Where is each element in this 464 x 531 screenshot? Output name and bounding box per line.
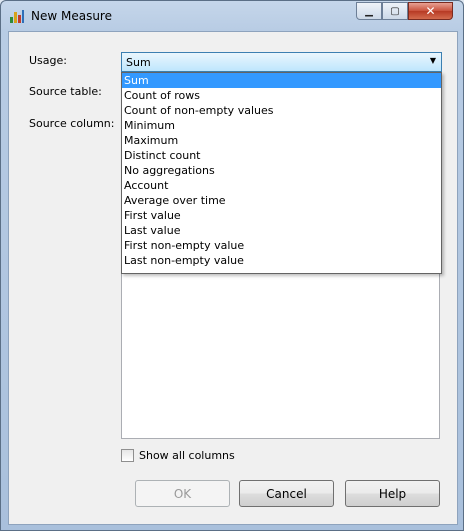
usage-option[interactable]: Count of non-empty values: [122, 103, 441, 118]
source-table-label: Source table:: [29, 85, 102, 98]
minimize-icon: ▁: [365, 5, 373, 17]
usage-option[interactable]: Average over time: [122, 193, 441, 208]
maximize-icon: ▢: [390, 5, 400, 17]
usage-option[interactable]: Maximum: [122, 133, 441, 148]
usage-option[interactable]: Minimum: [122, 118, 441, 133]
usage-option[interactable]: First non-empty value: [122, 238, 441, 253]
minimize-button[interactable]: ▁: [356, 2, 382, 20]
cancel-button[interactable]: Cancel: [239, 480, 334, 507]
maximize-button[interactable]: ▢: [382, 2, 408, 20]
close-icon: ✕: [425, 4, 436, 18]
usage-dropdown-list[interactable]: Sum Count of rows Count of non-empty value…: [121, 72, 442, 274]
ok-button[interactable]: OK: [135, 480, 230, 507]
bar-chart-icon: [10, 9, 24, 23]
chevron-down-icon[interactable]: ▼: [430, 56, 436, 65]
usage-option[interactable]: No aggregations: [122, 163, 441, 178]
source-column-label: Source column:: [29, 117, 115, 130]
usage-selected-value: Sum: [126, 56, 151, 69]
show-all-columns-label[interactable]: Show all columns: [139, 449, 235, 462]
usage-option[interactable]: Sum: [122, 73, 441, 88]
title-bar[interactable]: New Measure ▁ ▢ ✕: [1, 1, 463, 31]
usage-combobox[interactable]: Sum ▼: [121, 52, 442, 72]
show-all-columns-checkbox[interactable]: [121, 449, 134, 462]
usage-option[interactable]: Count of rows: [122, 88, 441, 103]
usage-label: Usage:: [29, 54, 67, 67]
dialog-body: Usage: Source table: Source column: Sum …: [8, 31, 458, 525]
close-button[interactable]: ✕: [408, 2, 453, 20]
usage-option[interactable]: Last non-empty value: [122, 253, 441, 268]
usage-option[interactable]: Last value: [122, 223, 441, 238]
usage-option[interactable]: Distinct count: [122, 148, 441, 163]
usage-option[interactable]: Account: [122, 178, 441, 193]
usage-option[interactable]: First value: [122, 208, 441, 223]
window-title: New Measure: [31, 9, 112, 23]
help-button[interactable]: Help: [345, 480, 440, 507]
dialog-window: New Measure ▁ ▢ ✕ Usage: Source table: S…: [0, 0, 464, 531]
